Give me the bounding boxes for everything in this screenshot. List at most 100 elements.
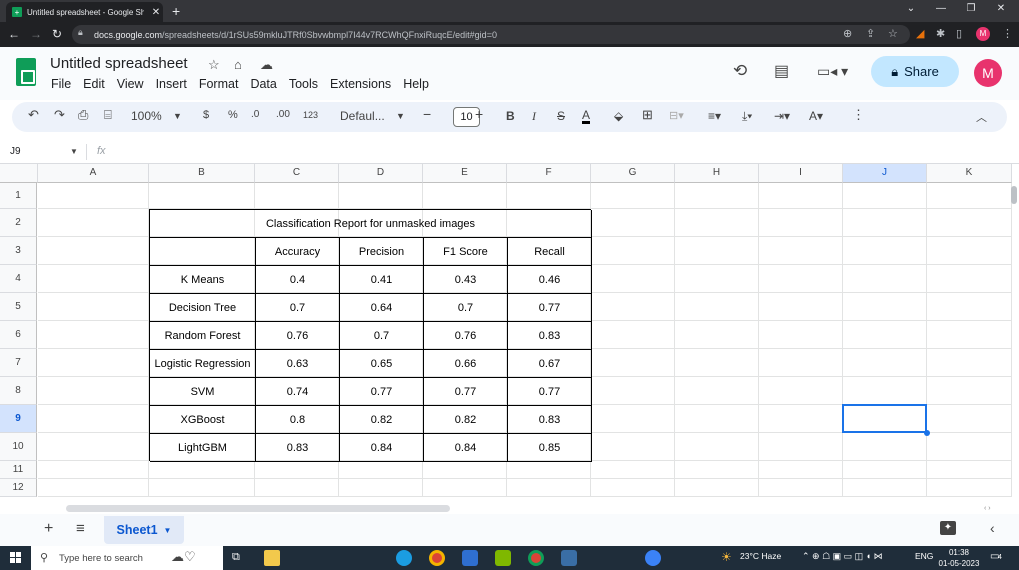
metric-value-cell[interactable]: 0.67 — [508, 350, 592, 378]
grid-cell[interactable] — [927, 237, 1012, 265]
metric-value-cell[interactable]: 0.66 — [424, 350, 508, 378]
app-window-icon[interactable] — [561, 550, 577, 566]
name-box[interactable]: J9 — [10, 146, 21, 157]
grid-cell[interactable] — [149, 183, 255, 209]
menu-view[interactable]: View — [117, 77, 144, 91]
column-header-d[interactable]: D — [339, 164, 423, 183]
grid-cell[interactable] — [423, 183, 507, 209]
grid-cell[interactable] — [927, 293, 1012, 321]
column-header-b[interactable]: B — [149, 164, 255, 183]
windows-start-icon[interactable] — [10, 552, 21, 563]
grid-cell[interactable] — [149, 479, 255, 497]
grid-cell[interactable] — [759, 209, 843, 237]
grid-cell[interactable] — [38, 479, 149, 497]
vertical-scrollbar-thumb[interactable] — [1011, 186, 1017, 204]
grid-cell[interactable] — [38, 349, 149, 377]
menu-file[interactable]: File — [51, 77, 71, 91]
all-sheets-icon[interactable]: ≡ — [76, 520, 85, 537]
taskbar-search-box[interactable]: ⚲ Type here to search ☁♡ — [31, 546, 223, 570]
table-header-cell[interactable]: Accuracy — [256, 238, 340, 266]
grid-cell[interactable] — [423, 461, 507, 479]
table-title-cell[interactable]: Classification Report for unmasked image… — [150, 210, 592, 238]
decrease-decimal-button[interactable]: .0 — [251, 109, 259, 120]
grid-cell[interactable] — [675, 349, 759, 377]
version-history-icon[interactable]: ⟲ — [733, 61, 747, 81]
grid-cell[interactable] — [759, 183, 843, 209]
grid-cell[interactable] — [843, 433, 927, 461]
column-header-k[interactable]: K — [927, 164, 1012, 183]
grid-cell[interactable] — [591, 479, 675, 497]
lock-icon[interactable]: 🔒︎ — [78, 27, 83, 38]
column-header-i[interactable]: I — [759, 164, 843, 183]
grid-cell[interactable] — [38, 461, 149, 479]
grid-cell[interactable] — [927, 209, 1012, 237]
row-header-1[interactable]: 1 — [0, 183, 37, 209]
grid-cell[interactable] — [675, 237, 759, 265]
meet-icon[interactable]: ▭◂ ▾ — [817, 63, 848, 80]
grid-cell[interactable] — [38, 293, 149, 321]
reload-icon[interactable]: ↻ — [52, 27, 62, 41]
grid-cell[interactable] — [675, 461, 759, 479]
table-header-cell[interactable]: Recall — [508, 238, 592, 266]
grid-cell[interactable] — [38, 183, 149, 209]
model-name-cell[interactable]: LightGBM — [150, 434, 256, 462]
font-select[interactable]: Defaul... — [340, 109, 385, 123]
undo-icon[interactable]: ↶ — [28, 107, 39, 123]
grid-cell[interactable] — [927, 377, 1012, 405]
app-icon[interactable] — [495, 550, 511, 566]
grid-cell[interactable] — [591, 461, 675, 479]
grid-cell[interactable] — [759, 293, 843, 321]
grid-cell[interactable] — [759, 377, 843, 405]
grid-cell[interactable] — [759, 433, 843, 461]
metric-value-cell[interactable]: 0.46 — [508, 266, 592, 294]
grid-cell[interactable] — [843, 349, 927, 377]
metric-value-cell[interactable]: 0.83 — [508, 406, 592, 434]
grid-cell[interactable] — [759, 461, 843, 479]
cloud-status-icon[interactable]: ☁ — [260, 57, 273, 73]
fill-handle[interactable] — [924, 430, 930, 436]
table-header-cell[interactable]: Precision — [340, 238, 424, 266]
zoom-icon[interactable]: ⊕ — [843, 27, 852, 40]
metric-value-cell[interactable]: 0.43 — [424, 266, 508, 294]
fill-color-icon[interactable]: ⬙ — [614, 109, 623, 123]
grid-cell[interactable] — [591, 265, 675, 293]
row-header-11[interactable]: 11 — [0, 461, 37, 479]
select-all-corner[interactable] — [0, 164, 38, 183]
strikethrough-button[interactable]: S — [557, 109, 565, 123]
grid-cell[interactable] — [927, 349, 1012, 377]
grid-cell[interactable] — [843, 321, 927, 349]
metric-value-cell[interactable]: 0.74 — [256, 378, 340, 406]
model-name-cell[interactable]: Logistic Regression — [150, 350, 256, 378]
sheets-logo-icon[interactable] — [16, 58, 36, 86]
grid-cell[interactable] — [507, 183, 591, 209]
menu-data[interactable]: Data — [250, 77, 276, 91]
grid-cell[interactable] — [38, 209, 149, 237]
metric-value-cell[interactable]: 0.7 — [340, 322, 424, 350]
move-folder-icon[interactable]: ⌂ — [234, 57, 242, 72]
percent-format-button[interactable]: % — [228, 109, 238, 121]
metric-value-cell[interactable]: 0.7 — [424, 294, 508, 322]
menu-edit[interactable]: Edit — [83, 77, 105, 91]
merge-cells-icon[interactable]: ⊟▾ — [669, 109, 684, 122]
metric-value-cell[interactable]: 0.8 — [256, 406, 340, 434]
scroll-arrows-icon[interactable]: ‹ › — [984, 505, 991, 512]
row-header-12[interactable]: 12 — [0, 479, 37, 497]
column-header-h[interactable]: H — [675, 164, 759, 183]
chevron-down-icon[interactable]: ▼ — [70, 147, 78, 156]
restore-icon[interactable]: ❐ — [956, 3, 986, 14]
grid-cell[interactable] — [675, 265, 759, 293]
add-sheet-icon[interactable]: + — [44, 520, 53, 538]
grid-cell[interactable] — [927, 433, 1012, 461]
model-name-cell[interactable]: Random Forest — [150, 322, 256, 350]
grid-cell[interactable] — [675, 377, 759, 405]
metric-value-cell[interactable]: 0.76 — [256, 322, 340, 350]
row-header-7[interactable]: 7 — [0, 349, 37, 377]
grid-cell[interactable] — [843, 183, 927, 209]
row-header-2[interactable]: 2 — [0, 209, 37, 237]
grid-cell[interactable] — [591, 377, 675, 405]
grid-cell[interactable] — [339, 461, 423, 479]
metric-value-cell[interactable]: 0.41 — [340, 266, 424, 294]
menu-tools[interactable]: Tools — [289, 77, 318, 91]
metric-value-cell[interactable]: 0.77 — [424, 378, 508, 406]
column-header-j[interactable]: J — [843, 164, 927, 183]
